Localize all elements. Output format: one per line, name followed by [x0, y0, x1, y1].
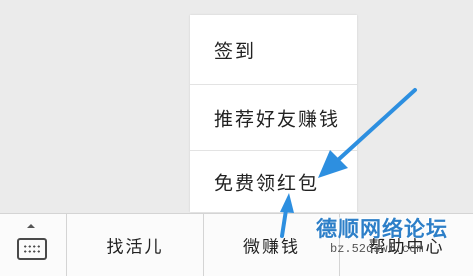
- tab-label: 找活儿: [106, 237, 164, 258]
- watermark: 德顺网络论坛 bz.52dswl.com: [316, 213, 473, 276]
- keyboard-icon: [17, 238, 47, 260]
- watermark-url: bz.52dswl.com: [330, 242, 424, 256]
- menu-item-free-red-packet[interactable]: 免费领红包: [190, 151, 357, 212]
- caret-up-icon: [27, 224, 35, 228]
- menu-item-label: 签到: [214, 40, 257, 62]
- menu-item-refer-friends[interactable]: 推荐好友赚钱: [190, 85, 357, 151]
- menu-item-label: 推荐好友赚钱: [214, 108, 341, 130]
- menu-item-sign-in[interactable]: 签到: [190, 15, 357, 85]
- popup-menu: 签到 推荐好友赚钱 免费领红包: [190, 15, 357, 212]
- menu-item-label: 免费领红包: [214, 172, 320, 194]
- wechat-menu-screen: 签到 推荐好友赚钱 免费领红包 找活儿 微赚钱 帮助中心 德顺网络论坛 bz.5…: [0, 0, 473, 276]
- keyboard-toggle-button[interactable]: [0, 214, 67, 276]
- watermark-title: 德顺网络论坛: [316, 217, 448, 241]
- tab-find-jobs[interactable]: 找活儿: [67, 214, 204, 276]
